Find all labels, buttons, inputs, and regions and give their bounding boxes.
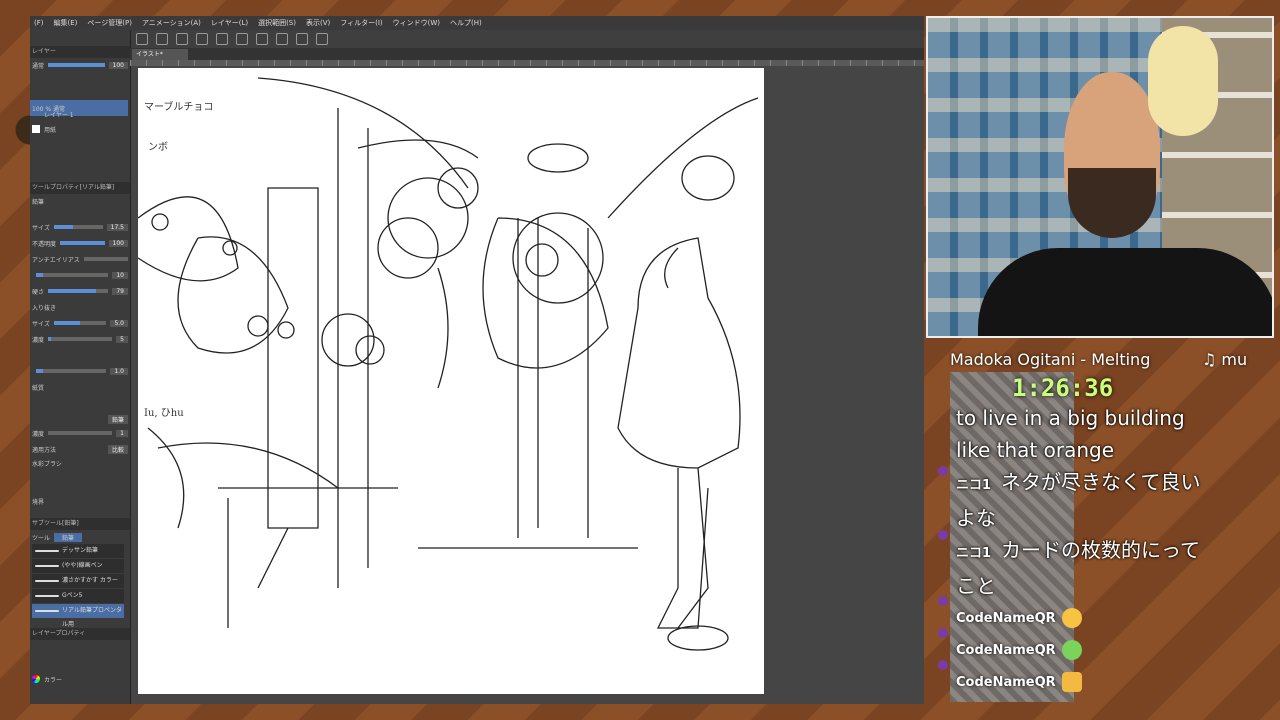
property-row[interactable]: 濃度 5 [30,334,128,344]
chat-username: CodeNameQR [956,674,1056,690]
property-row[interactable]: 入り抜き [30,302,128,312]
menu-selection[interactable]: 選択範囲(S) [258,16,296,30]
brush-item[interactable]: 濃さかすかす カラー [32,574,124,588]
chat-user-message: CodeNameQR [956,634,1236,666]
pen-icon[interactable] [316,33,328,45]
save-icon[interactable] [176,33,188,45]
menu-window[interactable]: ウィンドウ(W) [393,16,440,30]
webcam-feed [926,16,1274,338]
menu-file[interactable]: (F) [34,16,44,30]
chat-log: to live in a big building like that oran… [956,402,1236,698]
redo-icon[interactable] [216,33,228,45]
chat-message: ニコ1 カードの枚数的にって [956,538,1201,562]
chat-username: CodeNameQR [956,642,1056,658]
color-select[interactable]: カラー [30,674,128,684]
chat-prefix: ニコ1 [956,478,992,493]
property-row[interactable]: アンチエイリアス [30,254,128,264]
menu-bar: (F) 編集(E) ページ管理(P) アニメーション(A) レイヤー(L) 選択… [30,16,924,30]
paint-app-window: (F) 編集(E) ページ管理(P) アニメーション(A) レイヤー(L) 選択… [30,16,924,704]
drawing-canvas[interactable]: マーブルチョコ ンボ Iu, ひhu [137,68,764,694]
chat-message: like that orange [956,438,1115,462]
canvas-handwritten-note: マーブルチョコ [144,102,214,113]
command-bar [130,30,924,48]
menu-edit[interactable]: 編集(E) [54,16,78,30]
menu-layer[interactable]: レイヤー(L) [211,16,248,30]
property-row[interactable]: 10 [30,270,128,280]
layer-section-header: レイヤー [30,46,130,58]
now-playing-song: Madoka Ogitani - Melting [950,350,1151,369]
canvas-handwritten-note: Iu, ひhu [144,408,184,419]
chat-message: to live in a big building [956,406,1185,430]
clear-icon[interactable] [236,33,248,45]
layer-item[interactable]: 用紙 [30,124,128,134]
property-row[interactable]: 1.0 [30,366,128,376]
chat-message: こと [956,574,996,598]
subtool-tabs: ツール 鉛筆 [30,532,128,542]
brush-item[interactable]: デッサン鉛筆 [32,544,124,558]
property-row[interactable]: 境界 [30,496,128,506]
property-row[interactable]: 硬さ 79 [30,286,128,296]
transform-icon[interactable] [256,33,268,45]
left-panel: レイヤー 通常 100 100 % 通常 レイヤー 1 用紙 ツールプロパティ[… [30,30,131,704]
stream-timer: 1:26:36 [1012,374,1114,402]
menu-animation[interactable]: アニメーション(A) [142,16,201,30]
property-row[interactable]: サイズ 5.0 [30,318,128,328]
brush-item[interactable]: Gペン5 [32,589,124,603]
menu-filter[interactable]: フィルター(I) [340,16,382,30]
chat-badge-icon [938,628,948,638]
ruler-icon[interactable] [296,33,308,45]
chat-badge-icon [938,530,948,540]
chat-message: よな [956,506,996,530]
tool-sub-label: 鉛筆 [32,198,45,206]
open-icon[interactable] [156,33,168,45]
document-tabstrip: イラスト* [130,48,924,60]
opacity-slider[interactable] [48,63,105,67]
subtool-tab-pencil[interactable]: 鉛筆 [54,532,83,542]
layer-sub-label: レイヤー 1 [44,111,74,119]
song-marquee: ♫ mu [1202,350,1248,369]
chat-message: ニコ1 ネタが尽きなくて良い [956,470,1201,494]
chat-badge-icon [938,660,948,670]
teddy-bear [1148,26,1218,136]
property-row[interactable]: サイズ 17.5 [30,222,128,232]
chat-username: CodeNameQR [956,610,1056,626]
menu-help[interactable]: ヘルプ(H) [450,16,482,30]
chat-user-message: CodeNameQR [956,666,1236,698]
chat-badge-icon [938,466,948,476]
streamer-body [978,248,1272,336]
tool-property-header: ツールプロパティ[リアル鉛筆] [30,182,130,194]
property-row[interactable]: 適用方法 比較 [30,444,128,454]
select-icon[interactable] [276,33,288,45]
property-row[interactable]: 水彩ブラシ [30,458,128,468]
menu-page[interactable]: ページ管理(P) [87,16,132,30]
property-row[interactable]: 不透明度 100 [30,238,128,248]
document-tab[interactable]: イラスト* [132,49,188,60]
property-row[interactable]: 鉛筆 [30,414,128,424]
subtool-header: サブツール[鉛筆] [30,518,130,530]
brush-item[interactable]: (やや)線画ペン [32,559,124,573]
property-row[interactable]: 濃度 1 [30,428,128,438]
new-icon[interactable] [136,33,148,45]
layer-property-header: レイヤープロパティ [30,628,130,640]
brush-item-selected[interactable]: リアル鉛筆プロペンタル用 [32,604,124,628]
layer-thumbnail [32,125,40,133]
laughing-emote-icon [1061,608,1082,628]
color-wheel-icon [32,675,40,683]
sketch-drawing [137,77,759,651]
menu-view[interactable]: 表示(V) [306,16,330,30]
blend-mode-row[interactable]: 通常 100 [30,60,128,70]
blend-mode-select[interactable]: 通常 [32,61,44,70]
property-row[interactable]: 紙質 [30,382,128,392]
canvas-handwritten-note: ンボ [148,142,168,153]
thumbs-up-emote-icon [1061,672,1082,692]
horizontal-ruler [130,60,924,66]
undo-icon[interactable] [196,33,208,45]
subtool-tab[interactable]: ツール [32,533,50,542]
green-face-emote-icon [1061,640,1082,660]
chat-prefix: ニコ1 [956,546,992,561]
chat-badge-icon [938,596,948,606]
opacity-value[interactable]: 100 [108,61,128,69]
chat-user-message: CodeNameQR [956,602,1236,634]
layer-name: 用紙 [44,126,57,134]
